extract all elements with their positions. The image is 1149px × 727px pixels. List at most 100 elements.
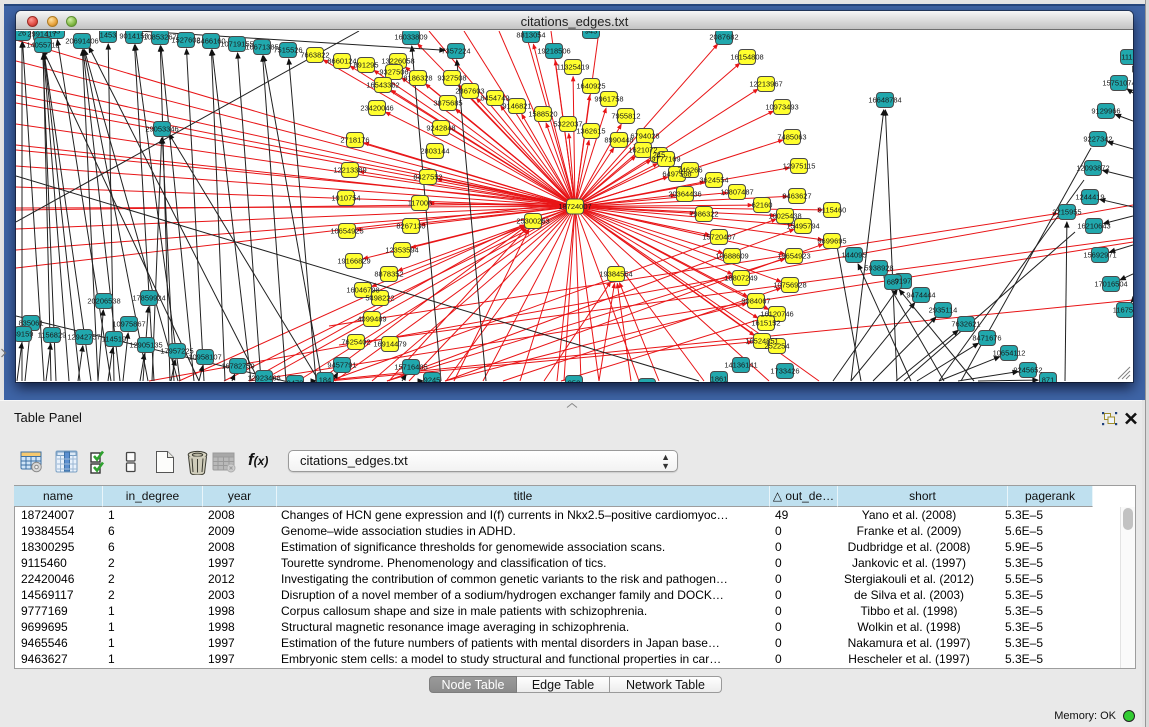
svg-text:10756928: 10756928	[773, 281, 806, 290]
svg-text:952: 952	[568, 379, 581, 383]
svg-text:9227342: 9227342	[1083, 135, 1112, 144]
svg-text:5498222: 5498222	[365, 294, 394, 303]
svg-text:2803144: 2803144	[420, 147, 449, 156]
svg-text:8186328: 8186328	[403, 74, 432, 83]
svg-text:15751074: 15751074	[1102, 79, 1133, 88]
svg-text:14136141: 14136141	[724, 361, 757, 370]
svg-text:144095: 144095	[841, 251, 866, 260]
svg-text:9115460: 9115460	[818, 206, 847, 215]
svg-text:10025438: 10025438	[768, 212, 801, 221]
svg-text:16120746: 16120746	[760, 310, 793, 319]
svg-text:307: 307	[641, 382, 654, 383]
svg-text:12213389: 12213389	[333, 166, 366, 175]
svg-text:4099489: 4099489	[357, 315, 386, 324]
svg-text:12975115: 12975115	[783, 162, 816, 171]
svg-text:19218506: 19218506	[537, 47, 570, 56]
svg-text:9242848: 9242848	[426, 124, 455, 133]
svg-text:7986322: 7986322	[689, 210, 718, 219]
svg-text:10975867: 10975867	[112, 320, 145, 329]
svg-text:8267130: 8267130	[396, 222, 425, 231]
svg-text:835061: 835061	[18, 319, 43, 328]
svg-text:9699695: 9699695	[817, 237, 846, 246]
svg-text:13226058: 13226058	[381, 57, 414, 66]
svg-text:1244419: 1244419	[1075, 193, 1104, 202]
svg-text:9129966: 9129966	[1091, 107, 1120, 116]
svg-text:1910754: 1910754	[331, 194, 360, 203]
svg-text:1453: 1453	[100, 31, 117, 40]
svg-text:23420046: 23420046	[360, 104, 393, 113]
svg-text:6794028: 6794028	[630, 132, 659, 141]
svg-text:1615152: 1615152	[751, 319, 780, 328]
svg-text:25300263: 25300263	[516, 217, 549, 226]
svg-text:3624554: 3624554	[699, 176, 728, 185]
svg-text:19166829: 19166829	[337, 257, 370, 266]
svg-text:9457791: 9457791	[327, 361, 356, 370]
svg-text:16914479: 16914479	[373, 340, 406, 349]
svg-text:1362615: 1362615	[576, 127, 605, 136]
svg-text:12923468: 12923468	[247, 374, 280, 383]
svg-text:9327508: 9327508	[437, 74, 466, 83]
svg-text:53: 53	[52, 31, 60, 36]
svg-text:2935114: 2935114	[929, 306, 958, 315]
svg-text:29053346: 29053346	[145, 125, 178, 134]
svg-text:9245: 9245	[424, 376, 441, 383]
svg-text:12353594: 12353594	[385, 246, 418, 255]
svg-text:687: 687	[887, 278, 900, 287]
svg-text:18807249: 18807249	[724, 274, 757, 283]
svg-text:14055712: 14055712	[26, 41, 59, 50]
svg-text:10973493: 10973493	[765, 103, 798, 112]
svg-text:7955812: 7955812	[611, 112, 640, 121]
svg-text:2087682: 2087682	[709, 33, 738, 42]
svg-text:20206538: 20206538	[87, 297, 120, 306]
svg-text:3215955: 3215955	[1052, 208, 1081, 217]
svg-text:10654925: 10654925	[330, 227, 363, 236]
svg-text:9474444: 9474444	[906, 291, 935, 300]
svg-text:5938928: 5938928	[864, 264, 893, 273]
svg-text:62160: 62160	[752, 201, 773, 210]
svg-text:8471676: 8471676	[972, 334, 1001, 343]
svg-text:3875685: 3875685	[433, 99, 462, 108]
svg-text:871: 871	[1042, 376, 1055, 383]
svg-text:17016504: 17016504	[1094, 280, 1127, 289]
svg-text:12093872: 12093872	[1076, 164, 1109, 173]
svg-text:8660124: 8660124	[327, 57, 356, 66]
svg-text:12942757: 12942757	[67, 333, 100, 342]
svg-text:8427552: 8427552	[413, 173, 442, 182]
svg-text:9961758: 9961758	[594, 95, 623, 104]
svg-text:26: 26	[18, 31, 26, 38]
svg-text:8813054: 8813054	[516, 31, 545, 40]
svg-text:746266: 746266	[677, 166, 702, 175]
svg-text:20364436: 20364436	[668, 190, 701, 199]
svg-text:252254: 252254	[764, 342, 789, 351]
svg-text:12213967: 12213967	[749, 80, 782, 89]
svg-text:15716485: 15716485	[394, 363, 427, 372]
svg-text:1861: 1861	[711, 375, 728, 383]
svg-text:9084067: 9084067	[741, 297, 770, 306]
svg-text:184: 184	[319, 376, 332, 383]
svg-text:1733426: 1733426	[770, 367, 799, 376]
svg-text:9463627: 9463627	[782, 192, 811, 201]
svg-text:1640925: 1640925	[576, 82, 605, 91]
svg-text:16154808: 16154808	[730, 53, 763, 62]
svg-text:891295: 891295	[353, 61, 378, 70]
svg-text:10807487: 10807487	[720, 188, 753, 197]
svg-text:12905135: 12905135	[129, 341, 162, 350]
svg-text:18724007: 18724007	[558, 202, 591, 211]
svg-text:8878352: 8878352	[374, 270, 403, 279]
svg-text:11325419: 11325419	[557, 63, 590, 72]
svg-text:1117: 1117	[1121, 53, 1133, 62]
svg-text:19654923: 19654923	[777, 252, 810, 261]
svg-text:8990448: 8990448	[604, 136, 633, 145]
svg-text:7357224: 7357224	[441, 47, 470, 56]
svg-text:10654112: 10654112	[993, 349, 1026, 358]
svg-text:7515526: 7515526	[273, 46, 302, 55]
svg-text:7663822: 7663822	[300, 51, 329, 60]
svg-text:10958107: 10958107	[188, 353, 221, 362]
svg-text:1588520: 1588520	[528, 110, 557, 119]
svg-text:15720407: 15720407	[702, 233, 735, 242]
svg-text:16782759: 16782759	[221, 362, 254, 371]
svg-text:7632621: 7632621	[951, 320, 980, 329]
svg-text:9146821: 9146821	[502, 102, 531, 111]
svg-text:116753: 116753	[1113, 306, 1133, 315]
svg-text:19384554: 19384554	[599, 270, 632, 279]
